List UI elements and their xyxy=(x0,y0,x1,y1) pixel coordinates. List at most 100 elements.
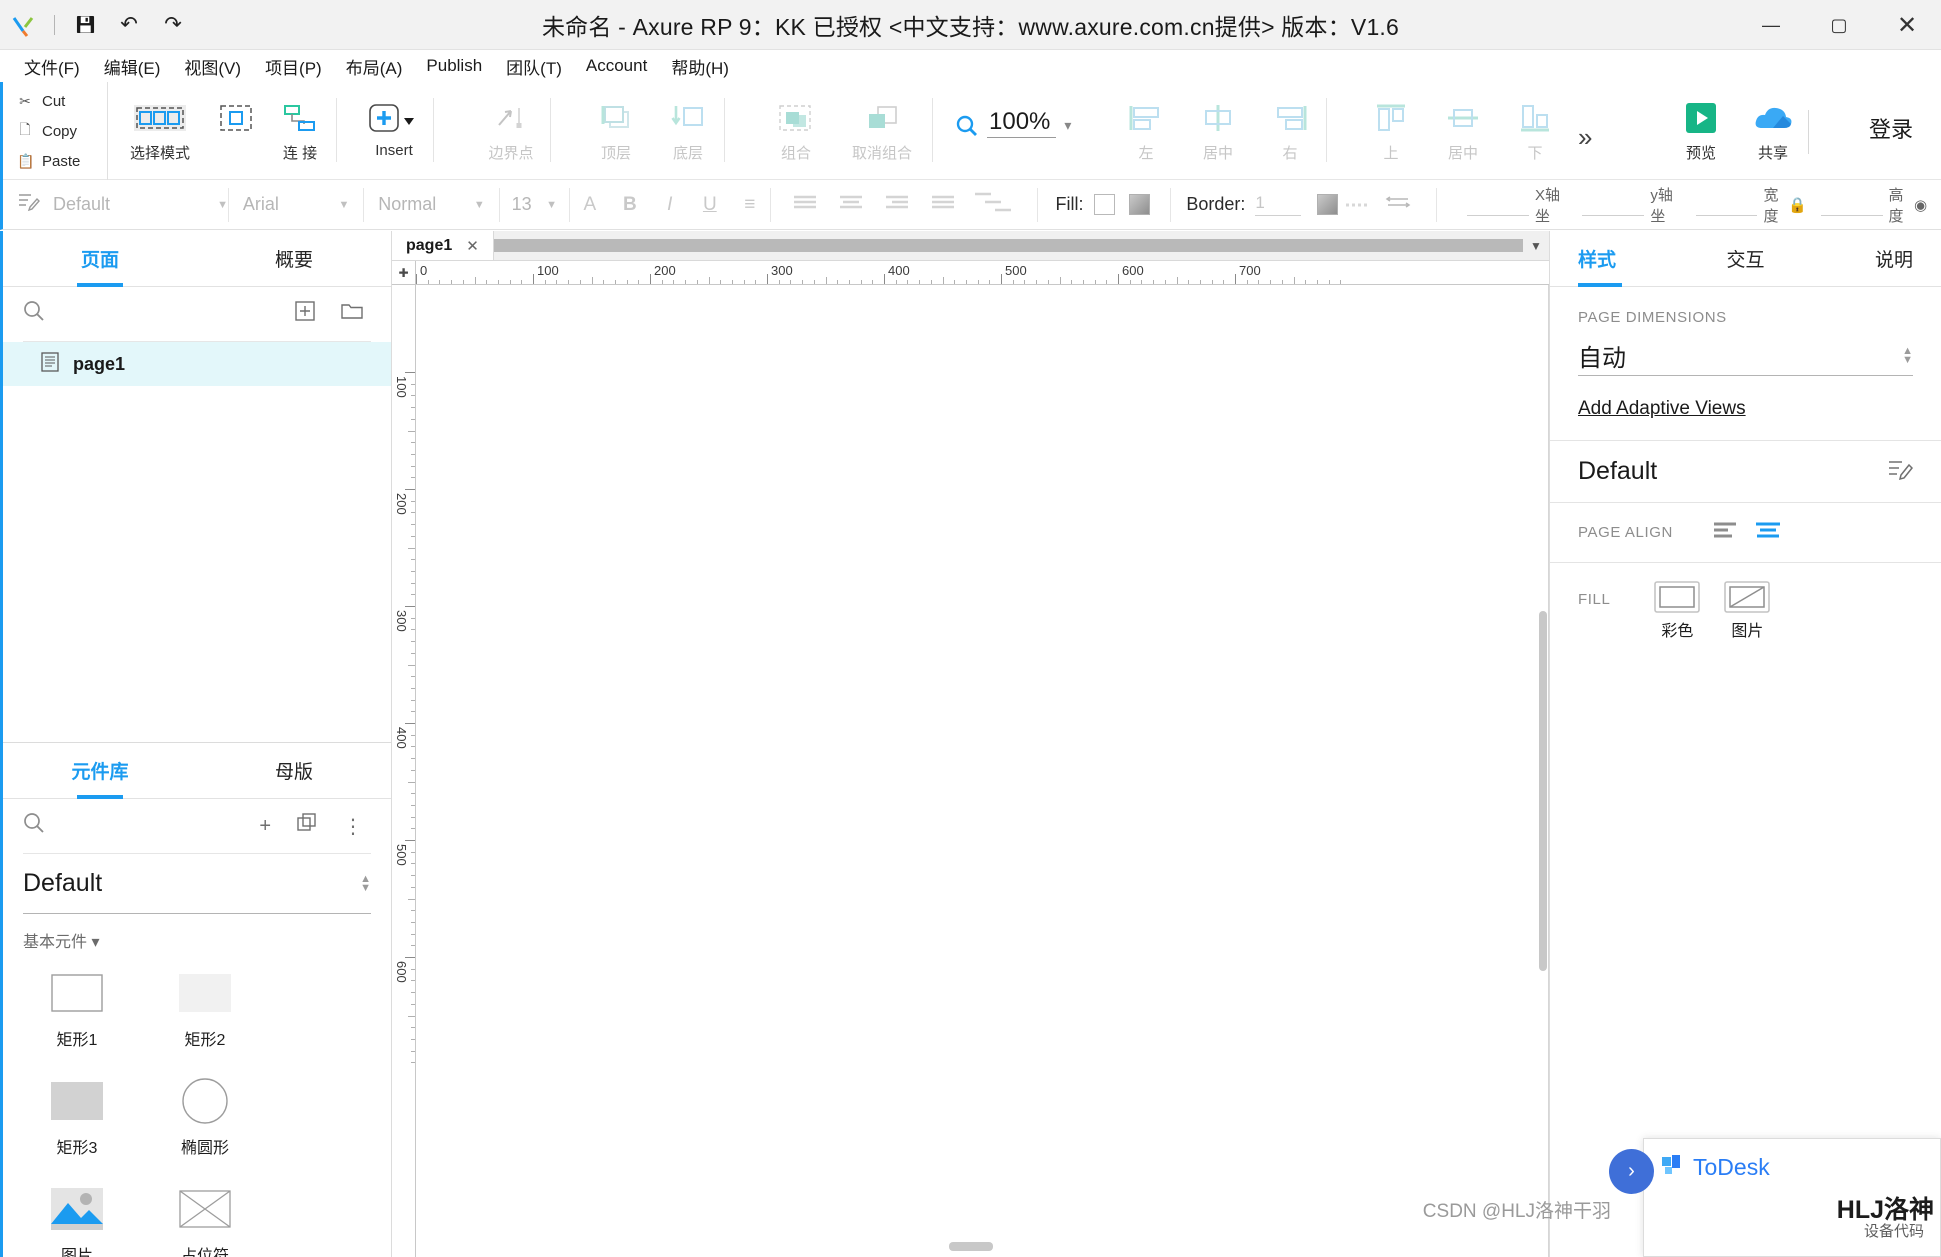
widget-rectangle2[interactable]: 矩形2 xyxy=(141,964,269,1050)
menu-publish[interactable]: Publish xyxy=(414,56,494,76)
copy-button[interactable]: 🗋 Copy xyxy=(3,116,107,146)
bold-icon[interactable]: B xyxy=(610,194,650,216)
tab-interactions[interactable]: 交互 xyxy=(1690,231,1802,286)
todesk-widget[interactable]: › ToDesk HLJ洛神 设备代码 xyxy=(1609,1138,1941,1257)
ungroup-button[interactable]: 取消组合 xyxy=(832,82,932,180)
undo-icon[interactable]: ↶ xyxy=(107,7,151,43)
underline-icon[interactable]: U xyxy=(690,194,730,216)
group-button[interactable]: 组合 xyxy=(760,82,832,180)
add-library-icon[interactable]: + xyxy=(251,815,279,838)
font-family-select[interactable]: Arial ▼ xyxy=(243,190,350,220)
menu-layout[interactable]: 布局(A) xyxy=(334,54,415,79)
horizontal-ruler[interactable]: 0 100 200 300 400 500 600 700 xyxy=(416,261,1549,285)
page-align-center-icon[interactable] xyxy=(1755,521,1781,544)
zoom-value[interactable]: 100% xyxy=(987,108,1057,138)
library-menu-icon[interactable]: ⋮ xyxy=(335,814,371,839)
close-button[interactable]: ✕ xyxy=(1873,0,1941,50)
login-button[interactable]: 登录 xyxy=(1869,112,1913,144)
minimize-button[interactable]: — xyxy=(1737,0,1805,50)
add-adaptive-views-link[interactable]: Add Adaptive Views xyxy=(1578,398,1913,420)
align-center-button[interactable]: 居中 xyxy=(1182,82,1254,180)
tab-widget-library[interactable]: 元件库 xyxy=(3,743,197,798)
menu-view[interactable]: 视图(V) xyxy=(172,54,253,79)
cut-button[interactable]: ✂ Cut xyxy=(3,86,107,116)
lock-icon[interactable]: 🔒 xyxy=(1788,196,1807,214)
align-right-icon[interactable] xyxy=(877,194,917,216)
border-color-swatch[interactable] xyxy=(1317,194,1339,215)
menu-edit[interactable]: 编辑(E) xyxy=(92,54,173,79)
fill-color-swatch[interactable] xyxy=(1093,194,1115,215)
arrow-style-icon[interactable] xyxy=(1378,194,1418,216)
canvas-tab-page1[interactable]: page1 ✕ xyxy=(392,231,494,260)
toolbar-overflow-button[interactable]: » xyxy=(1578,122,1593,153)
widget-image[interactable]: 图片 xyxy=(13,1180,141,1257)
canvas-horizontal-scrollbar[interactable] xyxy=(948,1242,993,1251)
duplicate-library-icon[interactable] xyxy=(289,813,325,839)
height-field[interactable] xyxy=(1820,194,1883,216)
tab-masters[interactable]: 母版 xyxy=(197,743,391,798)
fill-gradient-swatch[interactable] xyxy=(1128,194,1150,215)
stepper-icon[interactable]: ▲ ▼ xyxy=(360,873,371,893)
bring-to-front-button[interactable]: 顶层 xyxy=(580,82,652,180)
preview-button[interactable]: 预览 xyxy=(1665,82,1737,180)
style-edit-icon[interactable] xyxy=(17,191,41,218)
stepper-icon[interactable]: ▲ ▼ xyxy=(1902,345,1913,365)
library-select[interactable]: Default ▲ ▼ xyxy=(23,854,371,914)
add-page-icon[interactable] xyxy=(287,301,323,327)
x-coordinate-field[interactable] xyxy=(1467,194,1530,216)
align-justify-icon[interactable] xyxy=(923,194,963,216)
page-list-item-page1[interactable]: page1 xyxy=(3,342,391,386)
insert-button[interactable]: Insert xyxy=(355,82,433,180)
zoom-control[interactable]: 100% ▾ xyxy=(955,108,1071,138)
align-right-button[interactable]: 右 xyxy=(1254,82,1326,180)
library-category[interactable]: 基本元件 ▾ xyxy=(3,914,391,952)
paste-button[interactable]: 📋 Paste xyxy=(3,146,107,176)
menu-project[interactable]: 项目(P) xyxy=(253,54,334,79)
vertical-ruler[interactable]: 100 200 300 400 500 600 xyxy=(392,285,416,1257)
page-align-left-icon[interactable] xyxy=(1713,521,1739,544)
close-icon[interactable]: ✕ xyxy=(466,237,479,255)
redo-icon[interactable]: ↷ xyxy=(151,7,195,43)
align-center-icon[interactable] xyxy=(831,194,871,216)
search-icon[interactable] xyxy=(23,812,45,840)
italic-icon[interactable]: I xyxy=(650,194,690,216)
align-bottom-button[interactable]: 下 xyxy=(1499,82,1571,180)
marquee-mode-button[interactable] xyxy=(208,82,264,180)
maximize-button[interactable]: ▢ xyxy=(1805,0,1873,50)
font-color-icon[interactable]: A xyxy=(570,194,610,216)
canvas-tabstrip-scroll[interactable] xyxy=(493,239,1523,252)
ruler-origin[interactable]: ✚ xyxy=(392,261,416,285)
fill-image-option[interactable]: 图片 xyxy=(1724,581,1771,641)
menu-help[interactable]: 帮助(H) xyxy=(659,54,741,79)
boundary-point-button[interactable]: 边界点 xyxy=(472,82,550,180)
select-mode-button[interactable]: 选择模式 xyxy=(112,82,208,180)
style-select[interactable]: Default ▼ xyxy=(53,190,228,220)
menu-file[interactable]: 文件(F) xyxy=(12,54,92,79)
align-left-icon[interactable] xyxy=(785,194,825,216)
send-to-back-button[interactable]: 底层 xyxy=(652,82,724,180)
eye-icon[interactable]: ◉ xyxy=(1914,196,1927,214)
widget-rectangle1[interactable]: 矩形1 xyxy=(13,964,141,1050)
edit-style-icon[interactable] xyxy=(1887,457,1914,486)
align-middle-button[interactable]: 居中 xyxy=(1427,82,1499,180)
chevron-down-icon[interactable]: ▼ xyxy=(1523,231,1549,260)
y-coordinate-field[interactable] xyxy=(1582,194,1645,216)
pages-search-input[interactable] xyxy=(55,305,277,323)
search-icon[interactable] xyxy=(23,300,45,328)
default-style-row[interactable]: Default xyxy=(1550,441,1941,503)
border-width-field[interactable]: 1 xyxy=(1255,193,1302,216)
share-button[interactable]: 共享 xyxy=(1737,82,1809,180)
align-left-button[interactable]: 左 xyxy=(1110,82,1182,180)
connect-button[interactable]: 连 接 xyxy=(264,82,336,180)
save-icon[interactable] xyxy=(63,7,107,43)
chevron-down-icon[interactable]: ▾ xyxy=(1064,117,1071,134)
widget-rectangle3[interactable]: 矩形3 xyxy=(13,1072,141,1158)
fill-color-option[interactable]: 彩色 xyxy=(1654,581,1701,641)
tab-notes[interactable]: 说明 xyxy=(1801,231,1913,286)
font-weight-select[interactable]: Normal ▼ xyxy=(378,190,485,220)
tab-style[interactable]: 样式 xyxy=(1578,231,1690,287)
page-dimensions-select[interactable]: 自动 ▲ ▼ xyxy=(1578,336,1913,376)
tab-outline[interactable]: 概要 xyxy=(197,231,391,286)
widget-ellipse[interactable]: 椭圆形 xyxy=(141,1072,269,1158)
menu-account[interactable]: Account xyxy=(574,56,659,76)
